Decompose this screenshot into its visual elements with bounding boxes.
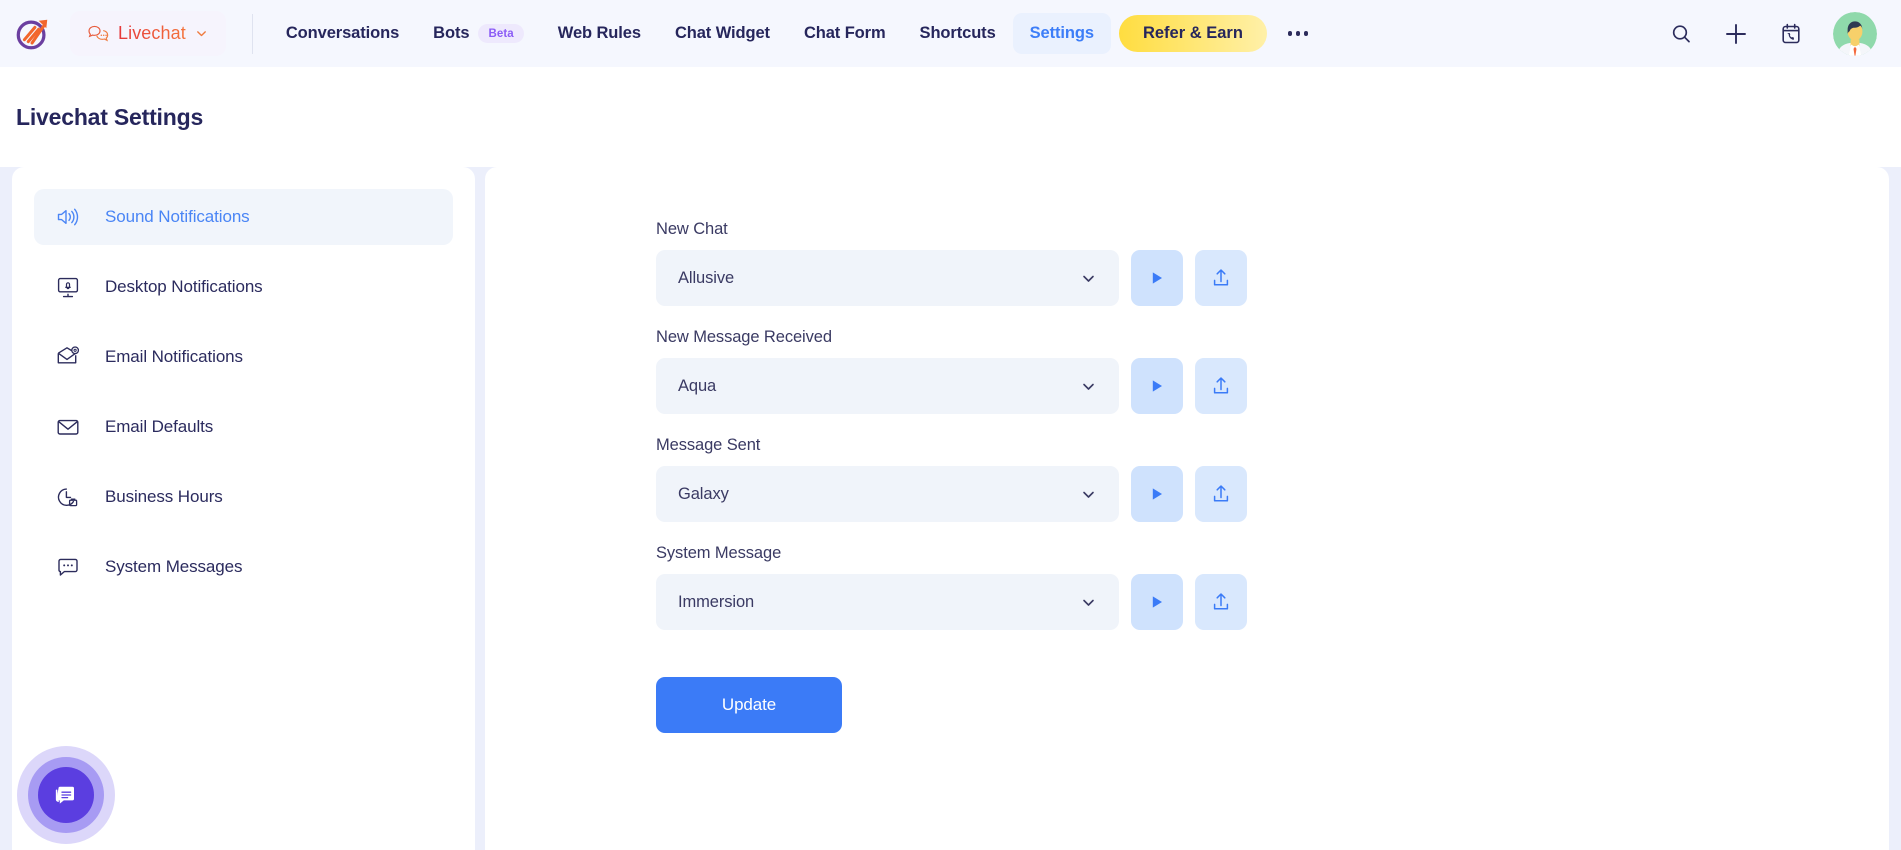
plus-icon[interactable]	[1721, 19, 1751, 49]
sidebar-item-business-hours[interactable]: Business Hours	[34, 469, 453, 525]
system-message-sound-select[interactable]: Immersion	[656, 574, 1119, 630]
play-icon	[1152, 272, 1162, 284]
settings-content: Sound Notifications Desktop Notification…	[12, 167, 1889, 850]
field-label: New Message Received	[656, 328, 832, 346]
new-message-sound-select[interactable]: Aqua	[656, 358, 1119, 414]
sidebar-item-desktop-notifications[interactable]: Desktop Notifications	[34, 259, 453, 315]
sidebar-item-label: Business Hours	[105, 487, 223, 506]
chevron-down-icon	[1083, 275, 1094, 282]
envelope-at-icon	[56, 345, 80, 369]
nav-label: Conversations	[285, 24, 400, 42]
sidebar-item-label: Sound Notifications	[105, 207, 250, 226]
new-chat-play-button[interactable]	[1131, 250, 1183, 306]
nav-label: Shortcuts	[919, 24, 996, 42]
nav-item-settings[interactable]: Settings	[1012, 13, 1111, 54]
field-label: Message Sent	[656, 436, 761, 454]
speaker-wave-icon	[56, 205, 80, 229]
clock-briefcase-icon	[56, 485, 80, 509]
user-avatar[interactable]	[1833, 11, 1877, 56]
message-sent-play-button[interactable]	[1131, 466, 1183, 522]
refer-and-earn-button[interactable]: Refer & Earn	[1118, 15, 1267, 52]
play-icon	[1152, 380, 1162, 392]
monitor-bell-icon	[56, 275, 80, 299]
field-label: System Message	[656, 544, 782, 562]
field-message-sent: Message Sent Galaxy	[656, 436, 1889, 522]
main-nav: Conversations Bots Beta Web Rules Chat W…	[269, 13, 1315, 54]
field-label: New Chat	[656, 220, 728, 238]
nav-label: Chat Widget	[674, 24, 770, 42]
chat-message-icon	[55, 786, 74, 804]
calendar-phone-icon[interactable]	[1776, 19, 1806, 49]
field-new-message-received: New Message Received Aqua	[656, 328, 1889, 414]
update-button[interactable]: Update	[656, 677, 842, 733]
sound-notifications-panel: New Chat Allusive New Message Received A…	[485, 167, 1889, 850]
nav-label: Bots	[433, 24, 470, 42]
new-message-upload-button[interactable]	[1195, 358, 1247, 414]
upload-icon	[1213, 485, 1229, 502]
beta-badge: Beta	[478, 24, 524, 43]
field-row: Allusive	[656, 250, 1889, 306]
top-navigation-bar: Livechat Conversations Bots Beta Web Rul…	[0, 0, 1901, 67]
launcher-core	[38, 767, 94, 823]
sidebar-item-email-notifications[interactable]: Email Notifications	[34, 329, 453, 385]
chevron-down-icon	[1083, 491, 1094, 498]
envelope-icon	[56, 415, 80, 439]
chevron-down-icon	[1083, 599, 1094, 606]
field-row: Galaxy	[656, 466, 1889, 522]
chat-widget-launcher[interactable]	[17, 746, 115, 844]
search-icon[interactable]	[1666, 19, 1696, 49]
system-message-upload-button[interactable]	[1195, 574, 1247, 630]
upload-icon	[1213, 269, 1229, 286]
sidebar-item-label: System Messages	[105, 557, 243, 576]
nav-divider	[251, 13, 253, 54]
select-value: Galaxy	[678, 484, 729, 503]
select-value: Allusive	[678, 268, 735, 287]
sidebar-item-label: Desktop Notifications	[105, 277, 263, 296]
field-row: Immersion	[656, 574, 1889, 630]
field-system-message: System Message Immersion	[656, 544, 1889, 630]
sidebar-item-email-defaults[interactable]: Email Defaults	[34, 399, 453, 455]
app-logo[interactable]	[0, 0, 66, 67]
nav-label: Settings	[1029, 24, 1094, 42]
nav-item-bots[interactable]: Bots Beta	[416, 13, 541, 54]
field-new-chat: New Chat Allusive	[656, 220, 1889, 306]
system-message-play-button[interactable]	[1131, 574, 1183, 630]
message-sent-sound-select[interactable]: Galaxy	[656, 466, 1119, 522]
product-switcher-livechat[interactable]: Livechat	[70, 11, 226, 56]
nav-item-chat-form[interactable]: Chat Form	[787, 13, 903, 54]
topbar-actions	[1666, 11, 1901, 56]
product-switcher-label: Livechat	[118, 23, 186, 43]
nav-item-conversations[interactable]: Conversations	[269, 13, 416, 54]
play-icon	[1152, 488, 1162, 500]
chevron-down-icon	[196, 31, 206, 37]
more-horizontal-icon[interactable]	[1281, 17, 1315, 51]
growth-arrow-logo-icon	[16, 19, 48, 49]
nav-label: Chat Form	[803, 24, 886, 42]
page-title: Livechat Settings	[16, 103, 204, 130]
sidebar-item-label: Email Defaults	[105, 417, 214, 436]
nav-item-web-rules[interactable]: Web Rules	[541, 13, 658, 54]
chevron-down-icon	[1083, 383, 1094, 390]
chat-bubble-icon	[88, 25, 109, 41]
sound-settings-form: New Chat Allusive New Message Received A…	[485, 167, 1889, 733]
select-value: Immersion	[678, 592, 755, 611]
nav-item-shortcuts[interactable]: Shortcuts	[903, 13, 1013, 54]
sidebar-item-label: Email Notifications	[105, 347, 243, 366]
play-icon	[1152, 596, 1162, 608]
upload-icon	[1213, 377, 1229, 394]
nav-item-chat-widget[interactable]: Chat Widget	[658, 13, 787, 54]
new-chat-upload-button[interactable]	[1195, 250, 1247, 306]
sidebar-item-system-messages[interactable]: System Messages	[34, 539, 453, 595]
upload-icon	[1213, 593, 1229, 610]
message-sent-upload-button[interactable]	[1195, 466, 1247, 522]
sidebar-item-sound-notifications[interactable]: Sound Notifications	[34, 189, 453, 245]
select-value: Aqua	[678, 376, 717, 395]
chat-dots-icon	[56, 555, 80, 579]
new-chat-sound-select[interactable]: Allusive	[656, 250, 1119, 306]
new-message-play-button[interactable]	[1131, 358, 1183, 414]
field-row: Aqua	[656, 358, 1889, 414]
nav-label: Web Rules	[557, 24, 641, 42]
page-header: Livechat Settings	[0, 67, 1901, 167]
launcher-inner-ring	[28, 757, 104, 833]
